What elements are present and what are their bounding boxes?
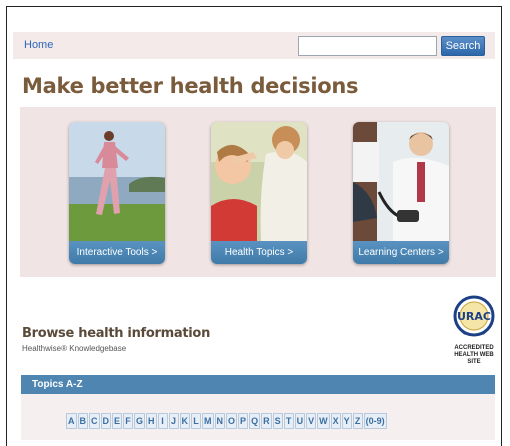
topic-letter-link[interactable]: R [261,413,272,429]
interactive-tools-label: Interactive Tools > [69,241,165,264]
topic-letter-link[interactable]: J [168,413,179,429]
mother-child-image [211,122,307,241]
doctor-image [353,122,449,241]
home-link[interactable]: Home [24,39,53,51]
topic-letter-link[interactable]: O [226,413,238,429]
topic-letter-link[interactable]: B [77,413,88,429]
topic-letter-link[interactable]: U [294,413,306,429]
learning-centers-card[interactable]: Learning Centers > [353,122,449,264]
badge-line1: ACCREDITED [454,345,494,351]
topic-letter-link[interactable]: K [179,413,191,429]
topic-letter-link[interactable]: Z [352,413,363,429]
topic-letter-link[interactable]: F [123,413,134,429]
topic-letter-link[interactable]: A [66,413,77,429]
topic-letter-link[interactable]: T [283,413,294,429]
topic-letter-link[interactable]: Q [249,413,261,429]
topic-letter-link[interactable]: W [317,413,330,429]
search-button[interactable]: Search [441,36,485,56]
topic-letter-link[interactable]: V [306,413,317,429]
browse-subtitle: Healthwise® Knowledgebase [22,344,127,353]
topic-letter-link[interactable]: N [214,413,226,429]
urac-accreditation-badge[interactable]: URAC ACCREDITED HEALTH WEB SITE [449,294,499,365]
alphabet-index: A B C D E F G H I J K L M N O P Q R S T U V W X Y Z (0-9) [66,413,387,429]
health-topics-card[interactable]: Health Topics > [211,122,307,264]
svg-text:URAC: URAC [457,310,491,323]
topic-letter-link[interactable]: E [112,413,123,429]
browse-heading: Browse health information [22,326,211,341]
search-input[interactable] [298,36,437,56]
topic-letter-link[interactable]: G [134,413,146,429]
health-topics-label: Health Topics > [211,241,307,264]
topic-letter-link[interactable]: Y [341,413,352,429]
learning-centers-label: Learning Centers > [353,241,449,264]
topics-header: Topics A-Z [21,375,495,394]
topic-letter-link[interactable]: (0-9) [363,413,387,429]
topic-letter-link[interactable]: I [157,413,168,429]
topic-letter-link[interactable]: L [191,413,202,429]
interactive-tools-card[interactable]: Interactive Tools > [69,122,165,264]
walking-woman-image [69,122,165,241]
topic-letter-link[interactable]: M [202,413,214,429]
urac-seal-icon: URAC [453,295,495,337]
topic-letter-link[interactable]: H [146,413,157,429]
page-title: Make better health decisions [22,74,359,98]
topic-letter-link[interactable]: P [238,413,249,429]
topic-letter-link[interactable]: D [100,413,111,429]
topic-letter-link[interactable]: C [89,413,100,429]
topic-letter-link[interactable]: X [330,413,341,429]
topic-letter-link[interactable]: S [272,413,283,429]
badge-line2: HEALTH WEB SITE [454,352,494,365]
